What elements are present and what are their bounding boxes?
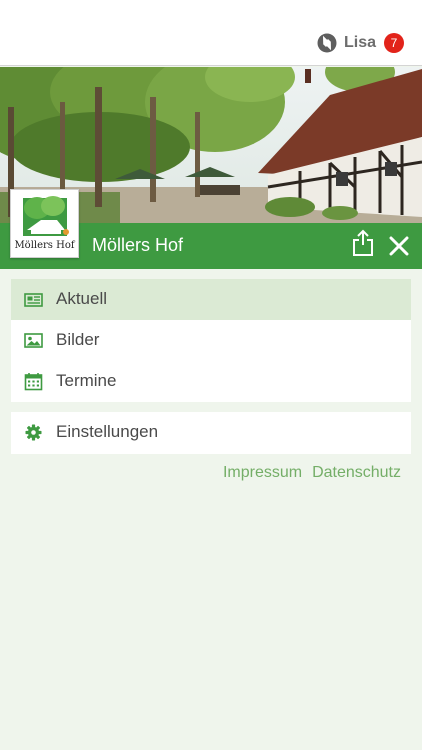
menu-item-aktuell[interactable]: Aktuell xyxy=(11,279,411,320)
notification-badge[interactable]: 7 xyxy=(384,33,404,53)
footer-links: Impressum Datenschutz xyxy=(223,464,401,482)
menu-item-termine[interactable]: Termine xyxy=(11,361,411,402)
user-name[interactable]: Lisa xyxy=(344,34,376,52)
page-title: Möllers Hof xyxy=(92,235,184,255)
menu-item-bilder[interactable]: Bilder xyxy=(11,320,411,361)
calendar-icon xyxy=(24,373,43,391)
app-logo-icon xyxy=(317,33,337,53)
gear-icon xyxy=(25,424,42,441)
logo-text: Möllers Hof xyxy=(14,240,75,251)
newspaper-icon xyxy=(24,293,43,307)
farm-logo-icon xyxy=(23,196,69,236)
brand-logo: Möllers Hof xyxy=(10,189,79,258)
close-icon[interactable] xyxy=(387,234,411,258)
top-bar: Lisa 7 xyxy=(0,0,422,66)
user-menu[interactable]: Lisa 7 xyxy=(317,33,404,53)
menu-label: Aktuell xyxy=(56,289,108,308)
main-menu: Aktuell Bilder Termine xyxy=(11,279,411,402)
share-icon[interactable] xyxy=(351,229,375,257)
imprint-link[interactable]: Impressum xyxy=(223,464,302,482)
menu-label: Bilder xyxy=(56,330,100,349)
privacy-link[interactable]: Datenschutz xyxy=(312,464,401,482)
menu-label: Termine xyxy=(56,371,117,390)
image-icon xyxy=(24,333,43,348)
menu-label: Einstellungen xyxy=(56,422,159,441)
menu-item-einstellungen[interactable]: Einstellungen xyxy=(11,412,411,454)
